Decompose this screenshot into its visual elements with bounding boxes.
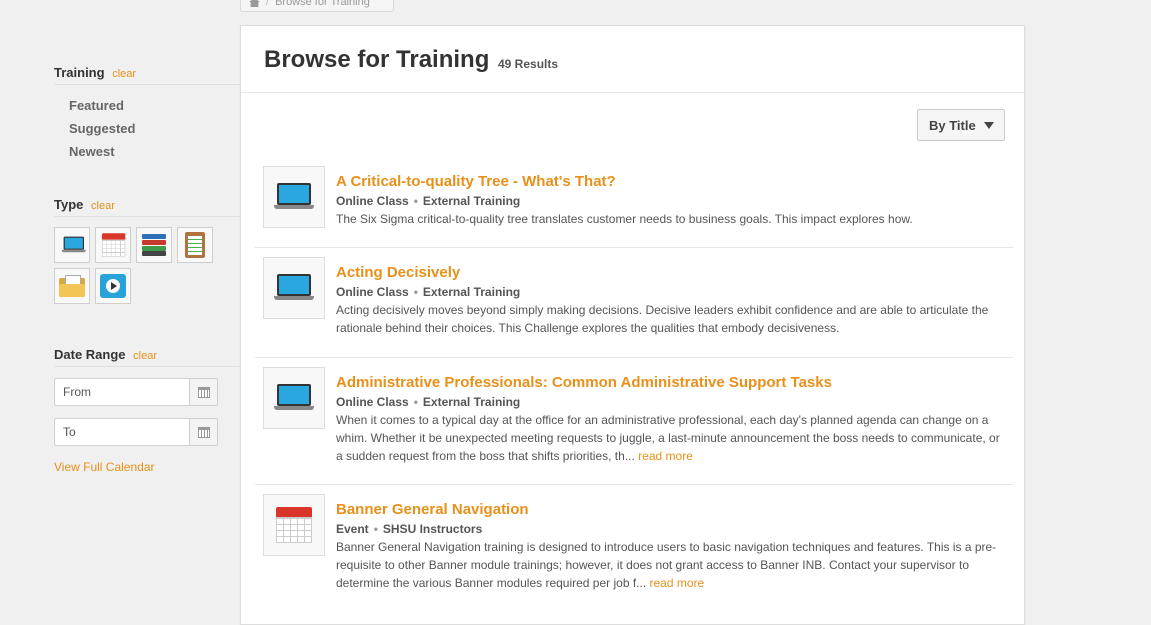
date-range-heading: Date Range [54,347,126,362]
type-clear-link[interactable]: clear [91,200,115,212]
type-checklist-button[interactable] [177,227,213,263]
read-more-link[interactable]: read more [638,449,693,463]
result-description: Banner General Navigation training is de… [336,540,997,590]
result-type: Online Class [336,395,409,409]
calendar-icon [276,507,312,543]
result-description: Acting decisively moves beyond simply ma… [336,303,989,335]
read-more-link[interactable]: read more [650,576,705,590]
calendar-small-icon [197,386,210,398]
type-folder-button[interactable] [54,268,90,304]
result-meta: Online Class • External Training [336,285,521,299]
date-to-input[interactable]: To [54,418,218,446]
date-to-field[interactable]: To [55,419,189,445]
type-online-class-button[interactable] [54,227,90,263]
result-description: The Six Sigma critical-to-quality tree t… [336,212,913,226]
training-heading: Training [54,65,105,80]
result-provider: External Training [422,285,521,299]
training-filter-newest[interactable]: Newest [69,144,115,159]
result-meta: Online Class • External Training [336,395,521,409]
date-from-field[interactable]: From [55,379,189,405]
folder-icon [59,275,85,297]
books-icon [142,234,166,256]
sort-dropdown[interactable]: By Title [917,109,1005,141]
panel-header: Browse for Training 49 Results [241,26,1024,93]
breadcrumb: / Browse for Training [240,0,394,12]
type-heading: Type [54,197,84,212]
calendar-small-icon [197,426,210,438]
view-full-calendar-link[interactable]: View Full Calendar [54,460,155,474]
result-description: When it comes to a typical day at the of… [336,413,1000,463]
result-provider: External Training [422,194,521,208]
type-event-button[interactable] [95,227,131,263]
training-facet-heading: Training clear [54,65,240,85]
result-title-link[interactable]: A Critical-to-quality Tree - What's That… [336,173,616,190]
result-divider [255,484,1013,485]
home-icon[interactable] [249,0,260,7]
breadcrumb-current: Browse for Training [275,0,370,8]
type-books-button[interactable] [136,227,172,263]
laptop-icon [274,183,314,211]
date-to-calendar-button[interactable] [189,419,217,445]
breadcrumb-separator: / [266,0,270,8]
result-type: Online Class [336,194,409,208]
type-facet-heading: Type clear [54,197,240,217]
result-thumbnail[interactable] [263,257,325,319]
video-icon [100,274,126,298]
result-title-link[interactable]: Administrative Professionals: Common Adm… [336,374,832,391]
result-title-link[interactable]: Banner General Navigation [336,501,529,518]
result-divider [255,357,1013,358]
laptop-icon [61,236,86,254]
result-type: Online Class [336,285,409,299]
results-count: 49 Results [498,57,559,71]
results-panel: Browse for Training 49 Results By Title … [240,25,1025,625]
result-thumbnail[interactable] [263,367,325,429]
date-range-clear-link[interactable]: clear [133,350,157,362]
training-filter-featured[interactable]: Featured [69,98,124,113]
result-type: Event [336,522,369,536]
clipboard-icon [185,232,205,258]
date-range-facet-heading: Date Range clear [54,347,240,367]
calendar-icon [101,233,126,257]
result-provider: SHSU Instructors [382,522,483,536]
result-meta: Event • SHSU Instructors [336,522,483,536]
date-from-input[interactable]: From [54,378,218,406]
caret-down-icon [983,121,994,129]
date-from-calendar-button[interactable] [189,379,217,405]
result-thumbnail[interactable] [263,494,325,556]
laptop-icon [274,274,314,302]
result-thumbnail[interactable] [263,166,325,228]
result-divider [255,247,1013,248]
laptop-icon [274,384,314,412]
result-meta: Online Class • External Training [336,194,521,208]
result-title-link[interactable]: Acting Decisively [336,264,460,281]
type-video-button[interactable] [95,268,131,304]
result-provider: External Training [422,395,521,409]
training-filter-suggested[interactable]: Suggested [69,121,135,136]
sort-label: By Title [929,117,976,133]
training-clear-link[interactable]: clear [112,68,136,80]
page-title: Browse for Training [264,46,490,73]
